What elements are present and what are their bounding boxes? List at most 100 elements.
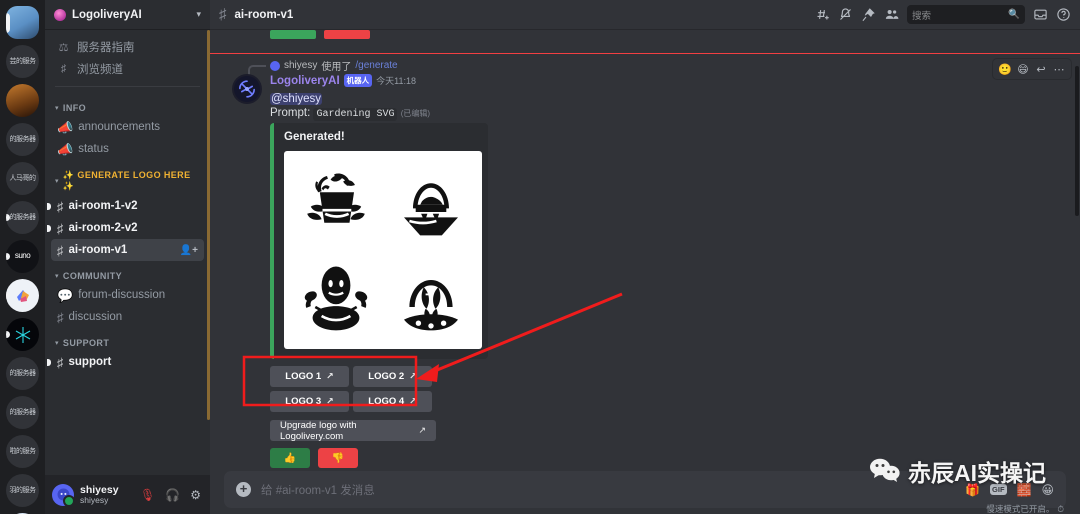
logo-2-button[interactable]: LOGO 2 ↗ [353,366,432,387]
slash-command-name[interactable]: /generate [355,60,397,71]
avatar[interactable] [52,483,75,507]
server-header[interactable]: LogoliveryAI ▾ [45,0,210,30]
server-icon-6[interactable]: 的服务器 [6,357,39,390]
nav-server-guide[interactable]: ⚖ 服务器指南 [51,36,204,58]
channel-announcements[interactable]: 📣 announcements [51,116,204,138]
server-icon-3[interactable]: 的服务器 [6,123,39,156]
message-author[interactable]: LogoliveryAI [270,75,340,87]
server-icon-9[interactable]: 羽的服务 [6,474,39,507]
channel-forum-discussion[interactable]: 💬 forum-discussion [51,284,204,306]
thumbs-up-button[interactable] [270,30,316,39]
thumbs-down-button[interactable]: 👎 [318,448,358,468]
channel-discussion[interactable]: ♯ discussion [51,306,204,328]
unread-indicator [47,203,51,210]
logo-4-button[interactable]: LOGO 4 ↗ [353,391,432,412]
server-icon-1[interactable]: 芸的服务 [6,45,39,78]
gift-icon[interactable]: 🎁 [965,483,980,497]
category-community[interactable]: ▾ COMMUNITY [45,261,210,284]
channel-topbar: ♯ ai-room-v1 搜索 🔍 [210,0,1080,30]
reply-icon[interactable]: ↩ [1033,63,1049,76]
threads-icon[interactable] [815,7,830,22]
search-placeholder: 搜索 [912,10,932,22]
announcement-channel-icon: 📣 [57,141,74,157]
text-channel-icon: ♯ [57,354,64,370]
server-icon-label: 的服务器 [9,369,37,377]
message-header: LogoliveryAI 机器人 今天11:18 [270,74,1066,89]
server-icon-7[interactable]: 的服务器 [6,396,39,429]
message-input[interactable]: + 给 #ai-room-v1 发消息 🎁 GIF 🧱 😀 [224,471,1066,508]
server-icon-2[interactable] [6,84,39,117]
vote-buttons[interactable]: 👍 👎 [270,448,1066,468]
action-buttons-area: LOGO 1 ↗ LOGO 2 ↗ LOGO 3 ↗ LOGO 4 ↗ Upgr… [270,366,1066,468]
member-list-icon[interactable] [884,7,899,22]
gif-icon[interactable]: GIF [990,484,1007,495]
message-hover-toolbar[interactable]: 🙂 😄 ↩ ⋯ [992,58,1072,80]
sticker-icon[interactable]: 🧱 [1017,483,1032,497]
chevron-down-icon[interactable]: ▾ [196,9,201,20]
mic-muted-icon[interactable]: 🎙 [138,488,157,502]
previous-vote-buttons[interactable] [224,30,1066,39]
message-list[interactable]: shiyesy 使用了 /generate LogoliveryAI 机器人 今… [210,30,1080,471]
server-icon-home[interactable] [6,6,39,39]
super-reaction-icon[interactable]: 😄 [1015,63,1031,76]
server-icon-4[interactable]: 人马哥的 [6,162,39,195]
announcement-channel-icon: 📣 [57,119,74,135]
emoji-icon[interactable]: 😀 [1041,483,1054,497]
channel-ai-room-2-v2[interactable]: ♯ ai-room-2-v2 [47,217,204,239]
pinned-messages-icon[interactable] [861,7,876,22]
generated-image-grid[interactable] [284,151,482,349]
more-options-icon[interactable]: ⋯ [1051,63,1067,76]
category-support[interactable]: ▾ SUPPORT [45,328,210,351]
signpost-icon: ⚖ [58,41,69,54]
snowflake-logo-icon [15,326,30,343]
logo-buttons[interactable]: LOGO 1 ↗ LOGO 2 ↗ LOGO 3 ↗ LOGO 4 ↗ Upgr… [270,366,436,442]
server-icon-8[interactable]: 啦的服务 [6,435,39,468]
channel-ai-room-1-v2[interactable]: ♯ ai-room-1-v2 [47,195,204,217]
attach-icon[interactable]: + [236,482,251,497]
logo-2-label: LOGO 2 [368,371,405,382]
help-icon[interactable] [1056,7,1071,22]
category-label: COMMUNITY [62,271,123,281]
command-username[interactable]: shiyesy [284,60,317,71]
text-channel-icon: ♯ [57,242,64,258]
server-icon-teal[interactable] [6,318,39,351]
channel-support[interactable]: ♯ support [47,351,204,373]
notification-bell-off-icon[interactable] [838,7,853,22]
user-mention[interactable]: @shiyesy [270,93,323,105]
text-channel-icon: ♯ [57,309,64,325]
category-generate-logo-here[interactable]: ▾ ✨ GENERATE LOGO HERE ✨ [45,160,210,195]
logo-1-button[interactable]: LOGO 1 ↗ [270,366,349,387]
logo-4-label: LOGO 4 [368,396,405,407]
bot-avatar[interactable] [232,74,262,104]
logo-sketch-1 [288,155,383,250]
server-icon-gamma[interactable] [6,279,39,312]
settings-gear-icon[interactable]: ⚙ [188,488,203,502]
add-member-icon[interactable]: 👤+ [180,245,198,256]
server-rail[interactable]: 芸的服务 的服务器 人马哥的 的服务器 suno 的服务器 的服务器 啦的服务 … [0,0,45,514]
message-timestamp: 今天11:18 [376,76,417,86]
button-row-1: LOGO 1 ↗ LOGO 2 ↗ [270,366,436,387]
channel-status[interactable]: 📣 status [51,138,204,160]
server-icon-5[interactable]: 的服务器 [6,201,39,234]
message-scrollbar[interactable] [1075,66,1079,216]
inbox-icon[interactable] [1033,7,1048,22]
thumbs-up-button[interactable]: 👍 [270,448,310,468]
message-body: LogoliveryAI 机器人 今天11:18 @shiyesy Prompt… [224,74,1066,468]
embed-title: Generated! [284,131,345,143]
nav-browse-channels[interactable]: ♯ 浏览频道 [51,58,204,80]
channel-list[interactable]: ⚖ 服务器指南 ♯ 浏览频道 ▾ INFO 📣 announcements 📣 … [45,30,210,475]
channel-ai-room-v1[interactable]: ♯ ai-room-v1 👤+ [51,239,204,261]
headphones-icon[interactable]: 🎧 [163,488,182,502]
thumbs-down-button[interactable] [324,30,370,39]
unread-indicator [6,253,10,260]
logo-3-button[interactable]: LOGO 3 ↗ [270,391,349,412]
category-info[interactable]: ▾ INFO [45,93,210,116]
upgrade-logo-button[interactable]: Upgrade logo with Logolivery.com ↗ [270,420,436,442]
divider [55,86,200,87]
add-reaction-icon[interactable]: 🙂 [997,63,1013,76]
server-icon-label: 啦的服务 [9,447,37,455]
server-icon-suno[interactable]: suno [6,240,39,273]
embed: Generated! [270,123,488,359]
search-input[interactable]: 搜索 🔍 [907,5,1025,24]
channel-label: forum-discussion [78,289,166,301]
